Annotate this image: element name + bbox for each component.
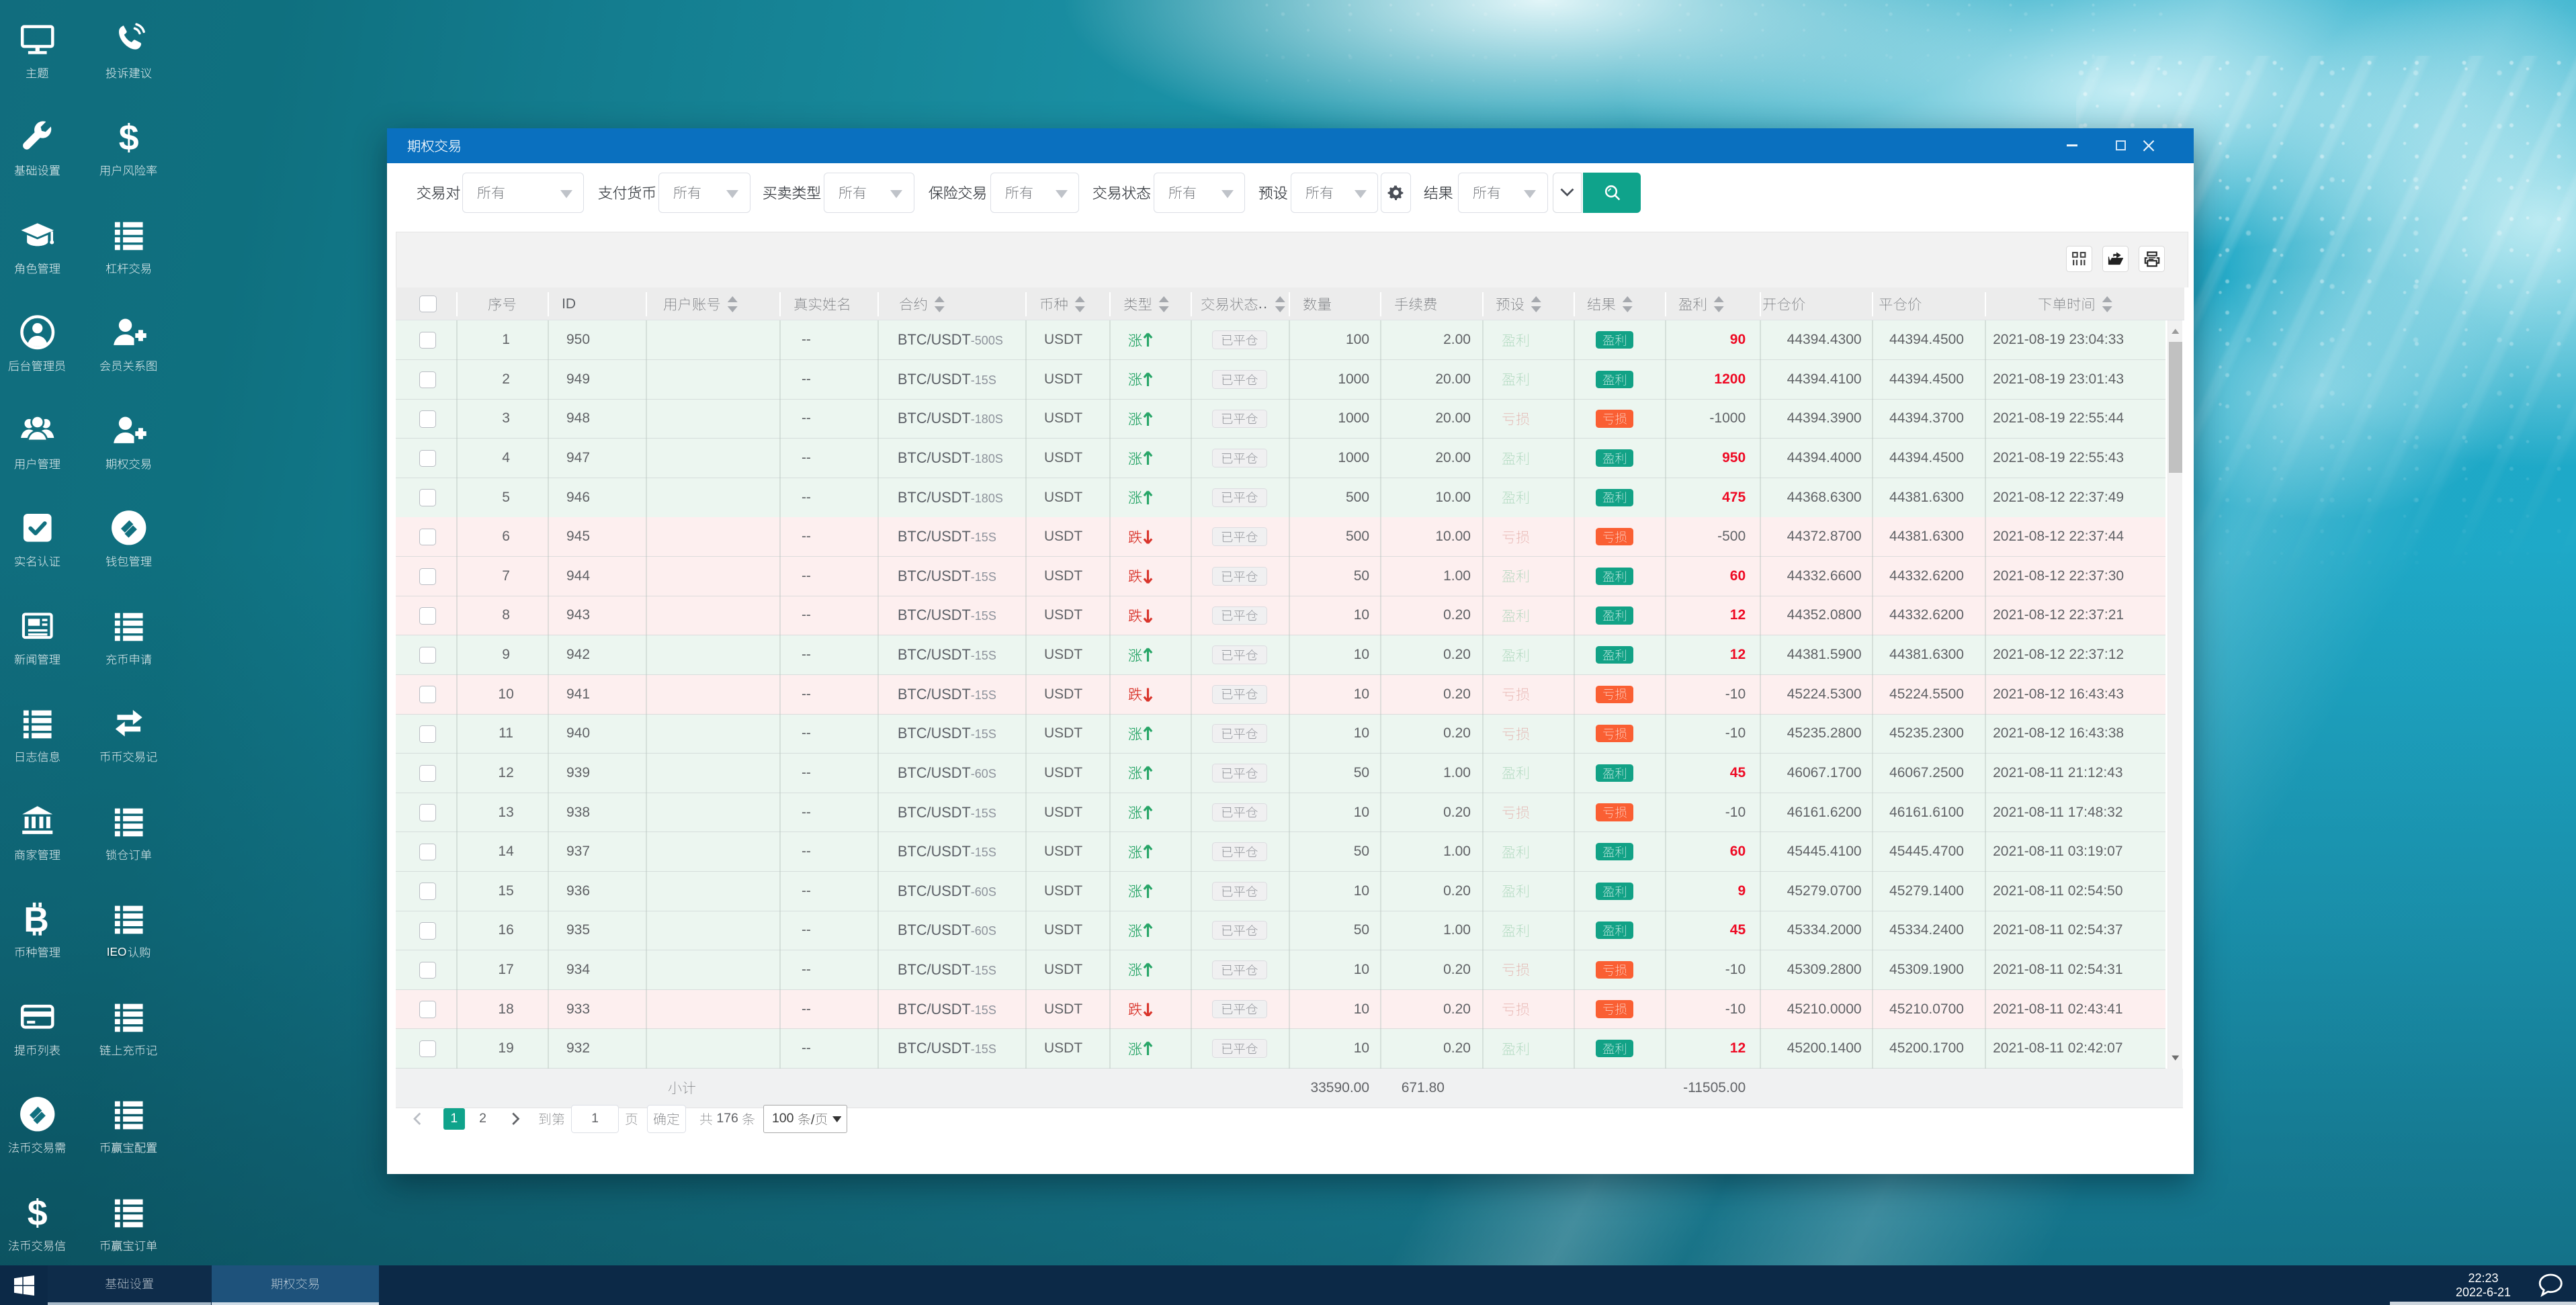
svg-text:$: $	[28, 1194, 48, 1231]
svg-text:B: B	[24, 901, 49, 938]
svg-text:$: $	[119, 118, 139, 156]
